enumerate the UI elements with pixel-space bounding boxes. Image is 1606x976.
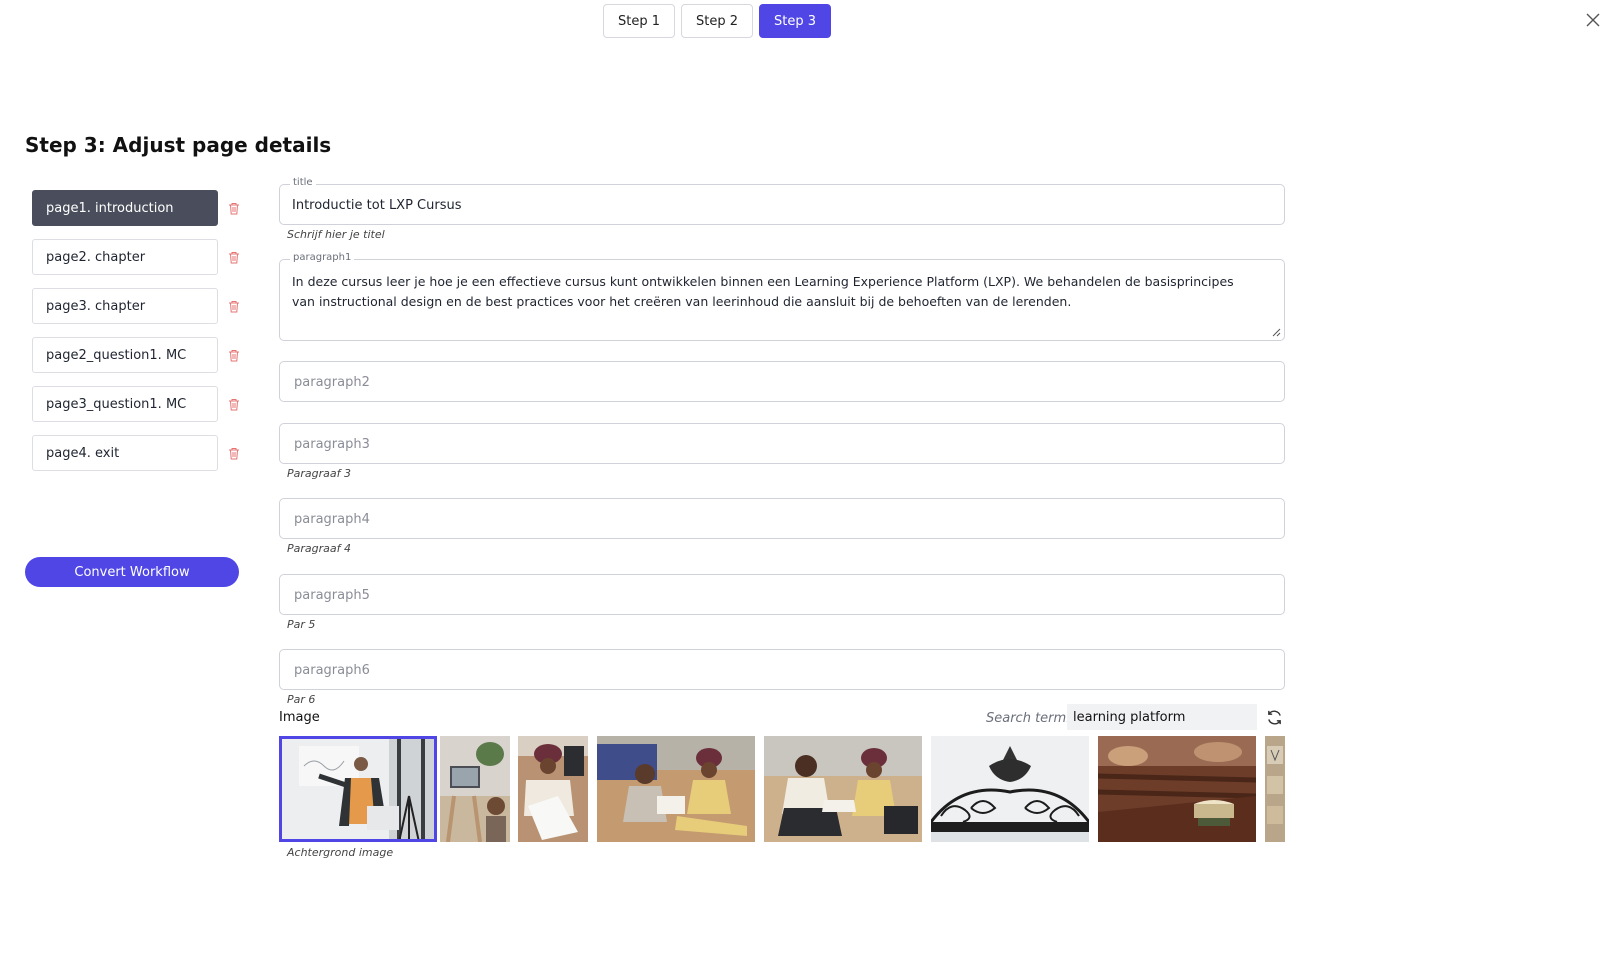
page-item-page2-question1[interactable]: page2_question1. MC [32, 337, 218, 373]
search-term-label: Search term: [986, 711, 1071, 726]
paragraph5-helper-text: Par 5 [287, 618, 316, 631]
page-item-page2-chapter[interactable]: page2. chapter [32, 239, 218, 275]
paragraph1-textarea[interactable]: paragraph1 In deze cursus leer je hoe je… [279, 252, 1285, 341]
paragraph3-placeholder: paragraph3 [294, 437, 370, 452]
page-item-page3-question1[interactable]: page3_question1. MC [32, 386, 218, 422]
image-option-student-notes[interactable] [518, 736, 588, 842]
paragraph6-input[interactable]: paragraph6 [279, 649, 1285, 690]
trash-icon[interactable] [228, 300, 240, 313]
image-option-desk[interactable] [440, 736, 510, 842]
search-term-input[interactable] [1067, 704, 1257, 730]
image-section-label: Image [279, 710, 320, 725]
paragraph1-label: paragraph1 [290, 252, 355, 263]
image-option-letters[interactable] [1265, 736, 1285, 842]
page-list-item: page1. introduction [32, 190, 252, 226]
paragraph6-placeholder: paragraph6 [294, 663, 370, 678]
trash-icon[interactable] [228, 251, 240, 264]
image-option-church-book[interactable] [1098, 736, 1256, 842]
page-list-item: page3. chapter [32, 288, 252, 324]
page-list-item: page2_question1. MC [32, 337, 252, 373]
refresh-icon[interactable] [1266, 709, 1283, 726]
trash-icon[interactable] [228, 398, 240, 411]
page-item-page3-chapter[interactable]: page3. chapter [32, 288, 218, 324]
image-option-students-laptop[interactable] [764, 736, 922, 842]
paragraph3-field-group: paragraph3 Paragraaf 3 [279, 423, 1285, 480]
title-field[interactable]: title Introductie tot LXP Cursus [279, 177, 1285, 225]
paragraph5-input[interactable]: paragraph5 [279, 574, 1285, 615]
page-item-page4-exit[interactable]: page4. exit [32, 435, 218, 471]
paragraph6-field-group: paragraph6 Par 6 [279, 649, 1285, 706]
title-field-group: title Introductie tot LXP Cursus Schrijf… [279, 177, 1285, 241]
paragraph4-field-group: paragraph4 Paragraaf 4 [279, 498, 1285, 555]
trash-icon[interactable] [228, 202, 240, 215]
paragraph4-helper-text: Paragraaf 4 [287, 542, 351, 555]
stepper: Step 1 Step 2 Step 3 [603, 4, 832, 38]
close-icon[interactable] [1585, 12, 1601, 28]
page-title: Step 3: Adjust page details [25, 133, 332, 157]
paragraph1-value: In deze cursus leer je hoe je een effect… [292, 274, 1234, 309]
page-item-introduction[interactable]: page1. introduction [32, 190, 218, 226]
page-list-item: page3_question1. MC [32, 386, 252, 422]
page-list-item: page4. exit [32, 435, 252, 471]
page-list: page1. introduction page2. chapter page3… [32, 190, 252, 484]
paragraph2-field-group: paragraph2 [279, 361, 1285, 402]
paragraph5-placeholder: paragraph5 [294, 588, 370, 603]
step-3-button[interactable]: Step 3 [759, 4, 832, 38]
image-option-students-floor[interactable] [597, 736, 755, 842]
step-1-button[interactable]: Step 1 [603, 4, 676, 38]
image-option-university-gate[interactable] [931, 736, 1089, 842]
step-2-button[interactable]: Step 2 [681, 4, 754, 38]
paragraph3-input[interactable]: paragraph3 [279, 423, 1285, 464]
title-field-label: title [290, 177, 316, 188]
convert-workflow-button[interactable]: Convert Workflow [25, 557, 239, 587]
paragraph3-helper-text: Paragraaf 3 [287, 467, 351, 480]
page-list-item: page2. chapter [32, 239, 252, 275]
paragraph4-input[interactable]: paragraph4 [279, 498, 1285, 539]
paragraph2-input[interactable]: paragraph2 [279, 361, 1285, 402]
paragraph2-placeholder: paragraph2 [294, 375, 370, 390]
trash-icon[interactable] [228, 349, 240, 362]
paragraph4-placeholder: paragraph4 [294, 512, 370, 527]
trash-icon[interactable] [228, 447, 240, 460]
page-details-screen: Step 1 Step 2 Step 3 Step 3: Adjust page… [0, 0, 1606, 976]
paragraph5-field-group: paragraph5 Par 5 [279, 574, 1285, 631]
title-helper-text: Schrijf hier je titel [287, 228, 385, 241]
image-option-presenter[interactable] [279, 736, 437, 842]
image-helper-text: Achtergrond image [287, 846, 394, 859]
resize-handle-icon[interactable] [1272, 328, 1281, 337]
paragraph1-field-group: paragraph1 In deze cursus leer je hoe je… [279, 252, 1285, 341]
image-results-strip [279, 736, 1285, 843]
title-field-value: Introductie tot LXP Cursus [292, 198, 462, 213]
